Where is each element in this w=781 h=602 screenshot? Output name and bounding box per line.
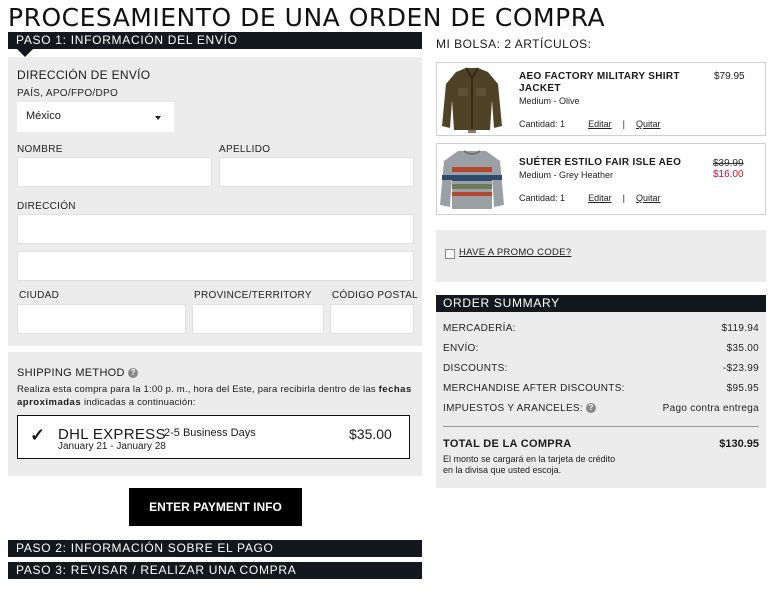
product-actions: Cantidad: 1 Editar | Quitar	[519, 119, 661, 129]
first-name-input[interactable]	[17, 157, 212, 187]
product-actions: Cantidad: 1 Editar | Quitar	[519, 193, 661, 203]
shipping-option-dhl[interactable]: ✓ DHL EXPRESS 2-5 Business Days January …	[17, 415, 410, 459]
bag-title: MI BOLSA: 2 ARTÍCULOS:	[436, 37, 592, 51]
help-icon[interactable]: ?	[586, 403, 597, 414]
step-indicator-arrow	[17, 49, 33, 57]
postal-code-label: CÓDIGO POSTAL	[332, 290, 418, 301]
promo-checkbox[interactable]	[445, 249, 455, 259]
help-icon[interactable]: ?	[128, 368, 139, 379]
page-title: PROCESAMIENTO DE UNA ORDEN DE COMPRA	[8, 3, 606, 32]
order-summary-header: ORDER SUMMARY	[436, 295, 766, 312]
product-image-jacket[interactable]	[438, 64, 506, 134]
total-value: $130.95	[719, 438, 759, 450]
shipping-description-text: Realiza esta compra para la 1:00 p. m., …	[17, 384, 376, 395]
shipping-description-text-2: indicadas a continuación:	[81, 397, 196, 408]
city-label: CIUDAD	[19, 290, 60, 301]
summary-label-shipping: ENVÍO:	[443, 343, 479, 354]
country-select[interactable]: México	[17, 102, 174, 132]
shipping-method-title: SHIPPING METHOD ?	[17, 367, 139, 379]
summary-value-after-discounts: $95.95	[726, 383, 759, 394]
total-note-line2: en la divisa que usted escoja.	[443, 465, 562, 475]
remove-link[interactable]: Quitar	[636, 119, 661, 129]
summary-value-taxes: Pago contra entrega	[662, 403, 759, 414]
link-separator: |	[622, 193, 625, 203]
bag-item: SUÉTER ESTILO FAIR ISLE AEO Medium - Gre…	[436, 143, 766, 215]
chevron-down-icon	[155, 116, 161, 120]
product-name[interactable]: SUÉTER ESTILO FAIR ISLE AEO	[519, 157, 709, 169]
original-price: $39.99	[713, 158, 744, 169]
country-value: México	[26, 110, 61, 122]
summary-label-taxes: IMPUESTOS Y ARANCELES: ?	[443, 403, 597, 414]
summary-value-discounts: -$23.99	[722, 363, 759, 374]
product-price: $79.95	[714, 71, 745, 82]
product-name[interactable]: AEO FACTORY MILITARY SHIRT JACKET	[519, 71, 689, 95]
shipping-days: 2-5 Business Days	[164, 427, 256, 439]
step3-header[interactable]: PASO 3: REVISAR / REALIZAR UNA COMPRA	[8, 562, 422, 579]
total-note-line1: El monto se cargará en la tarjeta de cré…	[443, 454, 616, 464]
total-label: TOTAL DE LA COMPRA	[443, 438, 572, 450]
product-name-line2: JACKET	[519, 83, 561, 94]
country-label: PAÍS, APO/FPO/DPO	[17, 88, 119, 99]
remove-link[interactable]: Quitar	[636, 193, 661, 203]
address-line2-input[interactable]	[17, 251, 414, 281]
bag-item: AEO FACTORY MILITARY SHIRT JACKET Medium…	[436, 62, 766, 136]
province-label: PROVINCE/TERRITORY	[194, 290, 312, 301]
shipping-price: $35.00	[349, 426, 392, 442]
summary-value-shipping: $35.00	[726, 343, 759, 354]
link-separator: |	[622, 119, 625, 129]
shipping-description: Realiza esta compra para la 1:00 p. m., …	[17, 383, 413, 409]
city-input[interactable]	[17, 304, 186, 334]
province-input[interactable]	[192, 304, 324, 334]
product-variant: Medium - Grey Heather	[519, 170, 614, 180]
product-variant: Medium - Olive	[519, 96, 580, 106]
last-name-label: APELLIDO	[219, 144, 271, 155]
taxes-label-text: IMPUESTOS Y ARANCELES:	[443, 403, 583, 414]
edit-link[interactable]: Editar	[588, 193, 612, 203]
shipping-dates: January 21 - January 28	[58, 441, 166, 452]
postal-code-input[interactable]	[330, 304, 414, 334]
product-image-sweater[interactable]	[438, 145, 506, 213]
total-note: El monto se cargará en la tarjeta de cré…	[443, 454, 615, 476]
summary-label-merchandise: MERCADERÍA:	[443, 323, 516, 334]
summary-divider	[443, 426, 759, 427]
product-quantity: Cantidad: 1	[519, 119, 566, 129]
address-line1-input[interactable]	[17, 214, 414, 244]
shipping-method-label: SHIPPING METHOD	[17, 367, 125, 379]
product-quantity: Cantidad: 1	[519, 193, 566, 203]
first-name-label: NOMBRE	[17, 144, 63, 155]
last-name-input[interactable]	[219, 157, 414, 187]
promo-code-link[interactable]: HAVE A PROMO CODE?	[459, 247, 571, 258]
product-name-line1: AEO FACTORY MILITARY SHIRT	[519, 71, 680, 82]
check-icon: ✓	[30, 425, 46, 445]
summary-label-discounts: DISCOUNTS:	[443, 363, 508, 374]
enter-payment-button[interactable]: ENTER PAYMENT INFO	[129, 488, 302, 526]
summary-label-after-discounts: MERCHANDISE AFTER DISCOUNTS:	[443, 383, 625, 394]
step1-header: PASO 1: INFORMACIÓN DEL ENVÍO	[8, 32, 422, 49]
step2-header[interactable]: PASO 2: INFORMACIÓN SOBRE EL PAGO	[8, 540, 422, 557]
address-label: DIRECCIÓN	[17, 201, 76, 212]
shipping-address-title: DIRECCIÓN DE ENVÍO	[17, 68, 151, 82]
summary-value-merchandise: $119.94	[721, 323, 759, 334]
edit-link[interactable]: Editar	[588, 119, 612, 129]
sale-price: $16.00	[713, 169, 744, 180]
